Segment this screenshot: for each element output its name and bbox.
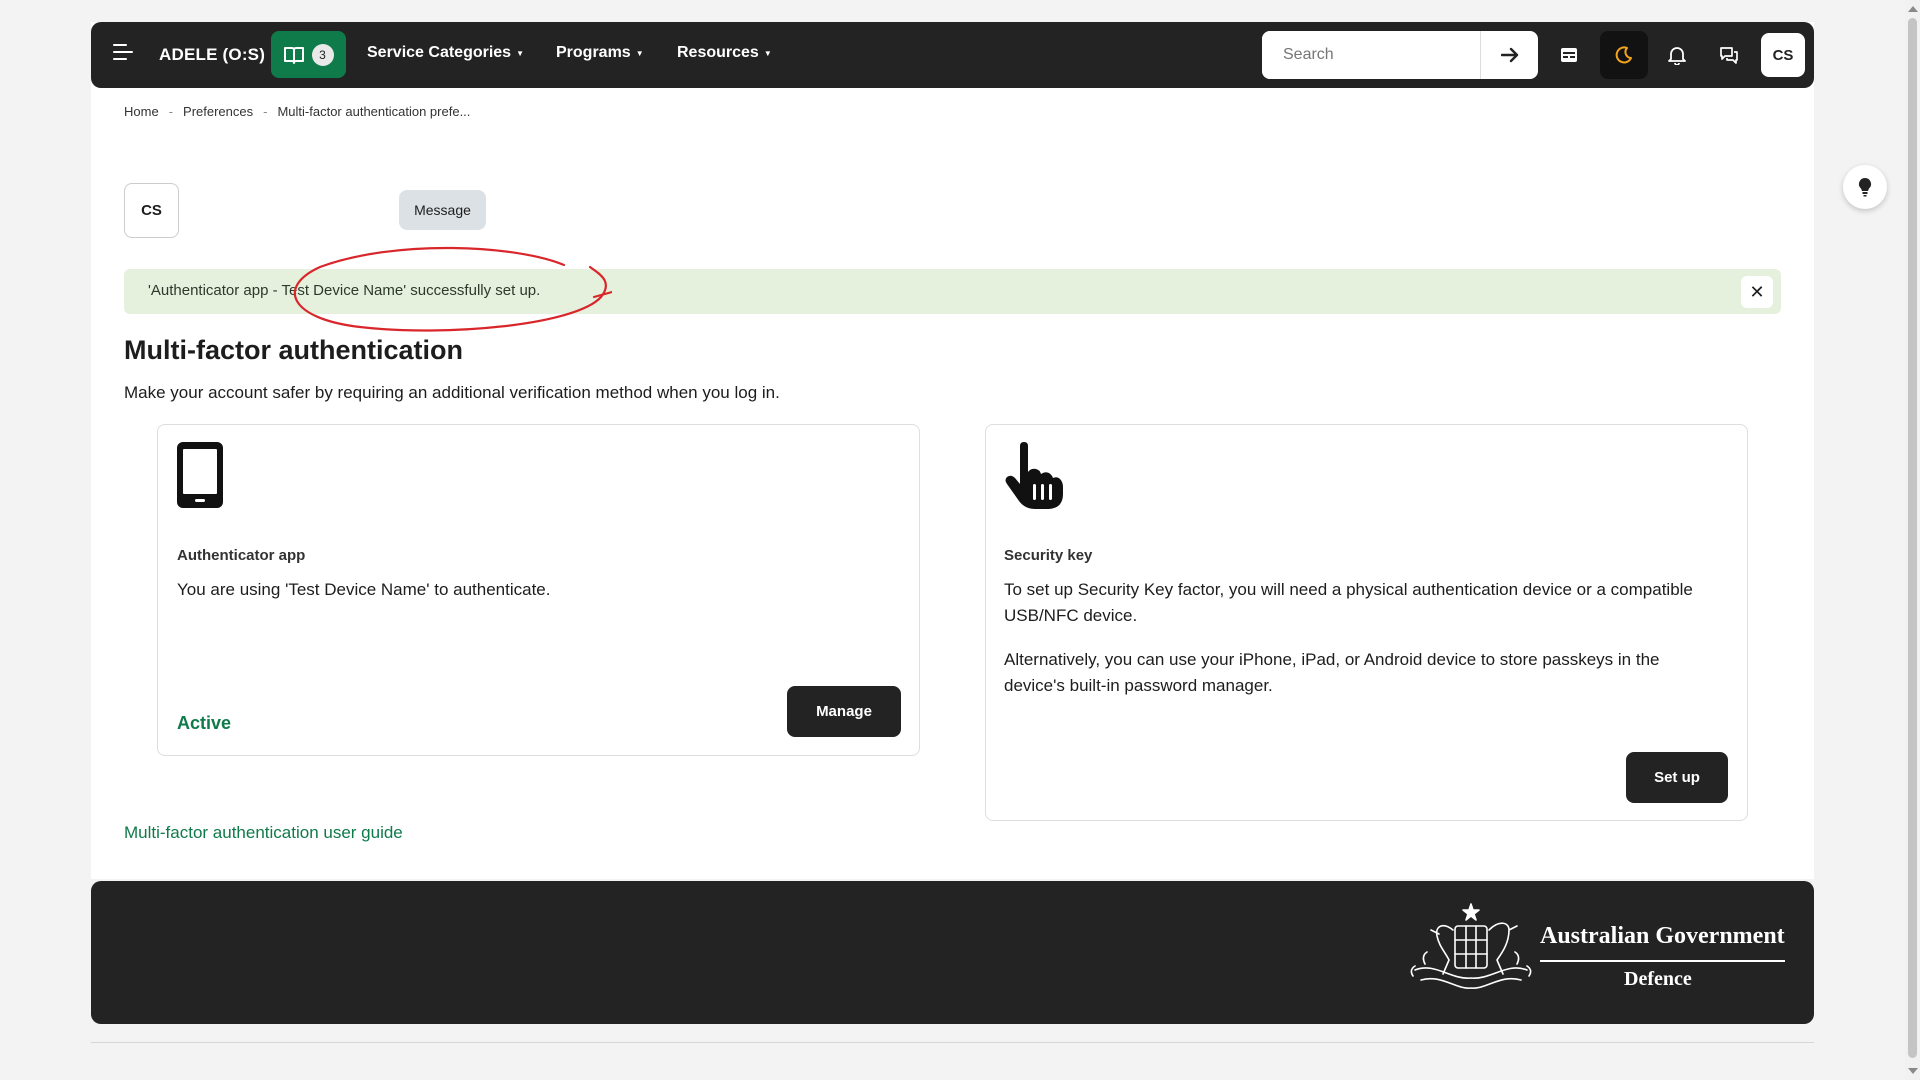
search-form [1262, 31, 1538, 79]
phone-icon [177, 442, 223, 508]
coat-of-arms-logo [1410, 903, 1532, 989]
success-alert: 'Authenticator app - Test Device Name' s… [124, 269, 1781, 314]
nav-menu-resources[interactable]: Resources ▼ [677, 44, 772, 62]
government-name: Australian Government [1540, 923, 1785, 949]
bell-icon [1668, 47, 1686, 65]
message-button[interactable]: Message [399, 190, 486, 230]
nav-menu-programs[interactable]: Programs ▼ [556, 44, 644, 62]
menu-icon[interactable] [113, 44, 133, 66]
close-icon: ✕ [1749, 281, 1765, 302]
nav-menu-service-categories[interactable]: Service Categories ▼ [367, 44, 524, 62]
bottom-divider [91, 1042, 1814, 1043]
nav-menu-label: Service Categories [367, 44, 512, 61]
search-input[interactable] [1262, 31, 1480, 79]
mfa-user-guide-link[interactable]: Multi-factor authentication user guide [124, 823, 403, 843]
top-navbar: ADELE (O:S) 3 Service Categories ▼ Progra… [91, 22, 1814, 88]
security-key-title: Security key [1004, 547, 1093, 564]
set-up-button[interactable]: Set up [1626, 752, 1728, 803]
dark-mode-toggle[interactable] [1600, 31, 1648, 79]
breadcrumb-home[interactable]: Home [124, 104, 159, 119]
authenticator-app-description: You are using 'Test Device Name' to auth… [177, 580, 551, 599]
page-scrollbar[interactable] [1905, 0, 1920, 1080]
site-name[interactable]: ADELE (O:S) [159, 45, 265, 65]
page-subtitle: Make your account safer by requiring an … [124, 383, 780, 402]
nav-menu-label: Programs [556, 44, 631, 61]
arrow-right-icon [1500, 47, 1518, 63]
close-alert-button[interactable]: ✕ [1741, 276, 1773, 308]
caret-down-icon: ▼ [635, 48, 644, 58]
authenticator-app-title: Authenticator app [177, 547, 306, 564]
department-name: Defence [1624, 968, 1692, 990]
tips-button[interactable] [1843, 165, 1887, 209]
profile-avatar[interactable]: CS [124, 183, 179, 238]
notifications-button[interactable] [1653, 31, 1701, 79]
course-count-badge: 3 [311, 43, 334, 66]
breadcrumb-preferences[interactable]: Preferences [183, 104, 253, 119]
messages-button[interactable] [1705, 31, 1753, 79]
book-icon [283, 46, 304, 64]
footer [91, 881, 1814, 1024]
my-courses-button[interactable]: 3 [271, 31, 346, 78]
pointing-hand-icon [1005, 442, 1063, 509]
scroll-down-icon[interactable] [1908, 1068, 1918, 1074]
security-key-card: Security key To set up Security Key fact… [985, 424, 1748, 821]
breadcrumb-separator: - [168, 104, 174, 119]
page-title: Multi-factor authentication [124, 335, 463, 365]
moon-icon [1615, 46, 1632, 64]
user-menu-avatar[interactable]: CS [1761, 33, 1805, 77]
calendar-icon [1561, 48, 1577, 62]
authenticator-status-active: Active [177, 713, 232, 733]
breadcrumb: Home - Preferences - Multi-factor authen… [124, 104, 470, 119]
manage-button[interactable]: Manage [787, 686, 901, 737]
scroll-thumb[interactable] [1908, 18, 1917, 1058]
alert-message: 'Authenticator app - Test Device Name' s… [148, 282, 541, 299]
security-key-alternative: Alternatively, you can use your iPhone, … [1004, 650, 1660, 695]
chat-icon [1720, 47, 1738, 64]
scroll-up-icon[interactable] [1908, 6, 1918, 12]
security-key-description: To set up Security Key factor, you will … [1004, 580, 1693, 625]
lightbulb-icon [1858, 177, 1872, 197]
breadcrumb-current[interactable]: Multi-factor authentication prefe... [277, 104, 470, 119]
breadcrumb-separator: - [263, 104, 268, 119]
authenticator-app-card: Authenticator app You are using 'Test De… [157, 424, 920, 756]
search-submit-button[interactable] [1480, 31, 1538, 79]
caret-down-icon: ▼ [516, 48, 524, 58]
caret-down-icon: ▼ [763, 48, 772, 58]
calendar-button[interactable] [1545, 31, 1593, 79]
nav-menu-label: Resources [677, 44, 759, 61]
footer-divider [1540, 960, 1785, 962]
